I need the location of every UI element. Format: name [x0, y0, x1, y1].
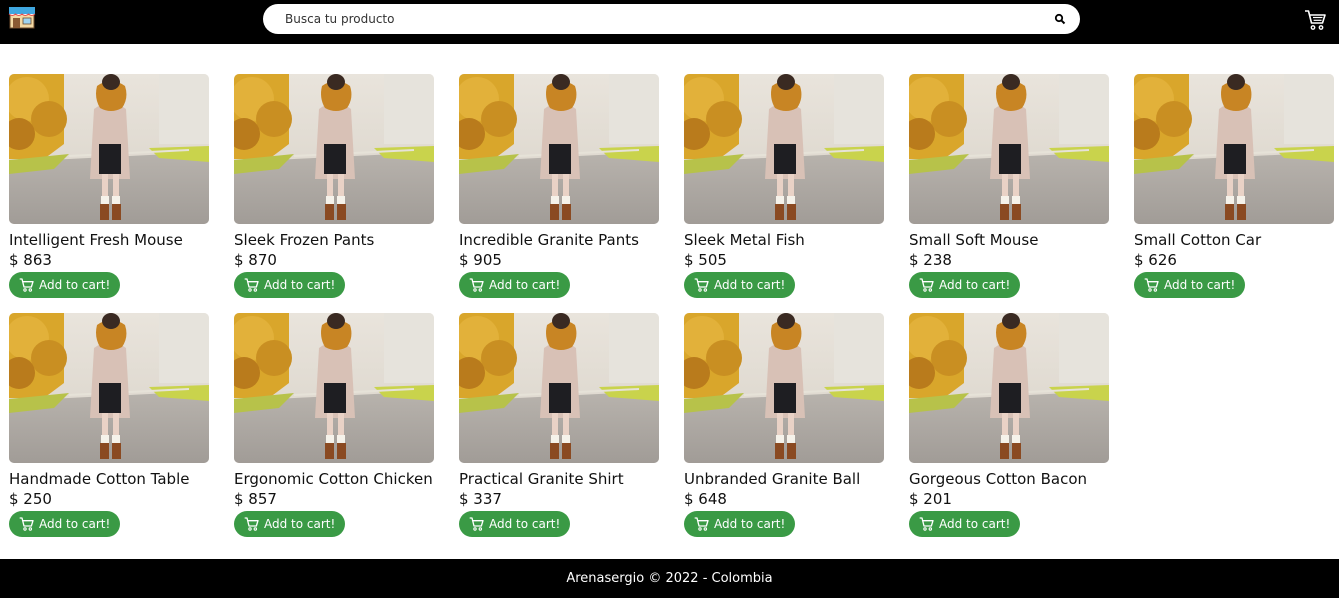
cart-icon — [19, 517, 34, 531]
add-to-cart-label: Add to cart! — [714, 278, 786, 292]
add-to-cart-label: Add to cart! — [39, 517, 111, 531]
cart-icon — [244, 517, 259, 531]
product-card: Intelligent Fresh Mouse $ 863 Add to car… — [9, 74, 209, 298]
store-icon[interactable] — [8, 5, 36, 29]
cart-icon — [469, 278, 484, 292]
product-image[interactable] — [234, 74, 434, 224]
product-card: Incredible Granite Pants $ 905 Add to ca… — [459, 74, 659, 298]
search-input[interactable] — [285, 4, 1045, 34]
product-image[interactable] — [909, 74, 1109, 224]
product-card: Practical Granite Shirt $ 337 Add to car… — [459, 313, 659, 537]
product-card: Sleek Frozen Pants $ 870 Add to cart! — [234, 74, 434, 298]
cart-icon — [919, 517, 934, 531]
product-image[interactable] — [234, 313, 434, 463]
add-to-cart-button[interactable]: Add to cart! — [909, 272, 1020, 298]
product-image[interactable] — [459, 74, 659, 224]
footer: Arenasergio © 2022 - Colombia — [0, 559, 1339, 598]
cart-icon — [469, 517, 484, 531]
product-card: Gorgeous Cotton Bacon $ 201 Add to cart! — [909, 313, 1109, 537]
cart-icon — [244, 278, 259, 292]
product-image[interactable] — [9, 313, 209, 463]
product-price: $ 648 — [684, 490, 727, 508]
product-price: $ 250 — [9, 490, 52, 508]
add-to-cart-label: Add to cart! — [264, 278, 336, 292]
add-to-cart-label: Add to cart! — [1164, 278, 1236, 292]
add-to-cart-button[interactable]: Add to cart! — [684, 272, 795, 298]
product-image[interactable] — [684, 313, 884, 463]
add-to-cart-button[interactable]: Add to cart! — [9, 511, 120, 537]
product-name[interactable]: Unbranded Granite Ball — [684, 470, 884, 488]
add-to-cart-button[interactable]: Add to cart! — [234, 272, 345, 298]
product-image[interactable] — [459, 313, 659, 463]
add-to-cart-label: Add to cart! — [714, 517, 786, 531]
add-to-cart-button[interactable]: Add to cart! — [1134, 272, 1245, 298]
product-name[interactable]: Gorgeous Cotton Bacon — [909, 470, 1109, 488]
product-name[interactable]: Sleek Frozen Pants — [234, 231, 434, 249]
cart-icon — [694, 278, 709, 292]
product-card: Small Soft Mouse $ 238 Add to cart! — [909, 74, 1109, 298]
cart-icon — [1144, 278, 1159, 292]
product-name[interactable]: Small Soft Mouse — [909, 231, 1109, 249]
product-card: Sleek Metal Fish $ 505 Add to cart! — [684, 74, 884, 298]
add-to-cart-label: Add to cart! — [939, 278, 1011, 292]
add-to-cart-label: Add to cart! — [489, 517, 561, 531]
product-image[interactable] — [1134, 74, 1334, 224]
product-card: Ergonomic Cotton Chicken $ 857 Add to ca… — [234, 313, 434, 537]
product-name[interactable]: Small Cotton Car — [1134, 231, 1334, 249]
add-to-cart-label: Add to cart! — [939, 517, 1011, 531]
product-image[interactable] — [9, 74, 209, 224]
product-price: $ 626 — [1134, 251, 1177, 269]
add-to-cart-label: Add to cart! — [489, 278, 561, 292]
product-price: $ 905 — [459, 251, 502, 269]
product-price: $ 870 — [234, 251, 277, 269]
top-bar — [0, 0, 1339, 44]
product-image[interactable] — [909, 313, 1109, 463]
add-to-cart-button[interactable]: Add to cart! — [9, 272, 120, 298]
product-grid: Intelligent Fresh Mouse $ 863 Add to car… — [9, 74, 1339, 537]
product-name[interactable]: Sleek Metal Fish — [684, 231, 884, 249]
add-to-cart-button[interactable]: Add to cart! — [234, 511, 345, 537]
footer-text: Arenasergio © 2022 - Colombia — [566, 571, 773, 586]
cart-icon — [694, 517, 709, 531]
add-to-cart-button[interactable]: Add to cart! — [459, 511, 570, 537]
add-to-cart-label: Add to cart! — [39, 278, 111, 292]
product-name[interactable]: Handmade Cotton Table — [9, 470, 209, 488]
product-name[interactable]: Intelligent Fresh Mouse — [9, 231, 209, 249]
product-price: $ 238 — [909, 251, 952, 269]
product-price: $ 863 — [9, 251, 52, 269]
shopping-cart-icon[interactable] — [1304, 8, 1328, 32]
product-price: $ 201 — [909, 490, 952, 508]
product-name[interactable]: Ergonomic Cotton Chicken — [234, 470, 434, 488]
product-card: Unbranded Granite Ball $ 648 Add to cart… — [684, 313, 884, 537]
search-bar — [263, 4, 1080, 34]
search-icon[interactable] — [1054, 13, 1066, 25]
add-to-cart-button[interactable]: Add to cart! — [459, 272, 570, 298]
cart-icon — [19, 278, 34, 292]
product-image[interactable] — [684, 74, 884, 224]
product-card: Handmade Cotton Table $ 250 Add to cart! — [9, 313, 209, 537]
product-price: $ 505 — [684, 251, 727, 269]
product-name[interactable]: Incredible Granite Pants — [459, 231, 659, 249]
add-to-cart-button[interactable]: Add to cart! — [684, 511, 795, 537]
product-card: Small Cotton Car $ 626 Add to cart! — [1134, 74, 1334, 298]
add-to-cart-label: Add to cart! — [264, 517, 336, 531]
cart-icon — [919, 278, 934, 292]
product-price: $ 857 — [234, 490, 277, 508]
add-to-cart-button[interactable]: Add to cart! — [909, 511, 1020, 537]
product-name[interactable]: Practical Granite Shirt — [459, 470, 659, 488]
product-price: $ 337 — [459, 490, 502, 508]
